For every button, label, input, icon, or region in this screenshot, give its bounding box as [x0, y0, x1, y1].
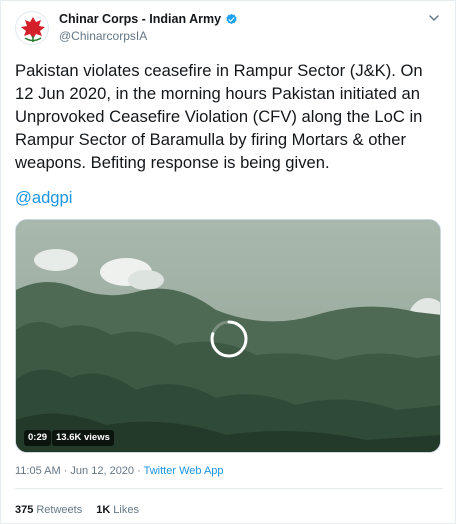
chinar-leaf-logo-icon — [17, 13, 48, 44]
author-display-name[interactable]: Chinar Corps - Indian Army — [59, 12, 221, 26]
video-player[interactable]: 0:29 13.6K views — [15, 219, 441, 453]
tweet-metadata: 11:05 AM · Jun 12, 2020 · Twitter Web Ap… — [15, 465, 224, 477]
engagement-stats: 375 Retweets 1K Likes — [15, 504, 139, 516]
retweets-stat[interactable]: 375 Retweets — [15, 504, 82, 516]
meta-separator: · — [134, 465, 144, 477]
likes-count: 1K — [96, 504, 111, 516]
divider — [15, 488, 443, 489]
retweets-count: 375 — [15, 504, 34, 516]
tweet-card: Chinar Corps - Indian Army @ChinarcorpsI… — [0, 0, 456, 524]
loading-spinner-icon — [210, 320, 248, 358]
mention-link[interactable]: @adgpi — [15, 188, 72, 208]
tweet-source-link[interactable]: Twitter Web App — [144, 465, 224, 477]
likes-label: Likes — [113, 504, 139, 516]
retweets-label: Retweets — [36, 504, 83, 516]
chevron-down-icon[interactable] — [427, 11, 441, 25]
avatar[interactable] — [15, 11, 49, 45]
author-handle[interactable]: @ChinarcorpsIA — [59, 29, 147, 43]
video-duration-badge: 0:29 — [24, 430, 52, 446]
video-views-badge: 13.6K views — [52, 430, 114, 446]
tweet-timestamp[interactable]: 11:05 AM · Jun 12, 2020 — [15, 465, 134, 477]
author-name-row: Chinar Corps - Indian Army — [59, 12, 238, 26]
verified-badge-icon — [226, 13, 237, 24]
tweet-text: Pakistan violates ceasefire in Rampur Se… — [15, 61, 423, 172]
likes-stat[interactable]: 1K Likes — [96, 504, 139, 516]
